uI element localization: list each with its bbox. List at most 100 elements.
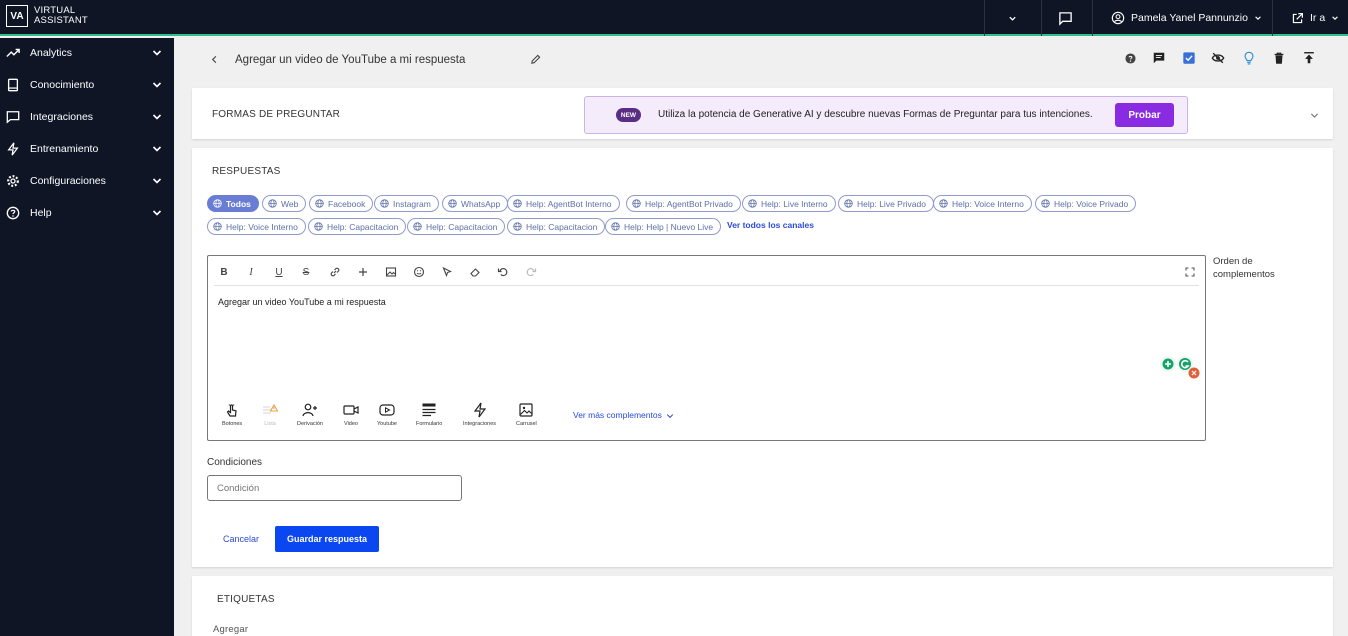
list-warning-icon: [263, 403, 278, 414]
comment-icon[interactable]: [1152, 51, 1166, 65]
eye-off-icon[interactable]: [1211, 51, 1225, 65]
chevron-down-icon[interactable]: [1310, 111, 1319, 120]
checkbox-checked-icon[interactable]: [1182, 51, 1196, 65]
more-components-link[interactable]: Ver más complementos: [573, 410, 674, 420]
channel-chip[interactable]: Help: Voice Privado: [1035, 195, 1137, 212]
channel-chip-label: Help: Voice Interno: [226, 221, 298, 232]
channel-chip[interactable]: Help: Live Privado: [838, 195, 934, 212]
sidebar-item-integraciones[interactable]: Integraciones: [0, 106, 174, 128]
component-label: Formulario: [416, 421, 443, 427]
bot-selector-dropdown[interactable]: [1008, 0, 1017, 36]
globe-icon: [413, 222, 422, 231]
bolt-icon: [473, 402, 486, 418]
channel-chip[interactable]: Help: AgentBot Privado: [626, 195, 741, 212]
goto-label: Ir a: [1310, 12, 1326, 24]
channel-chip[interactable]: Web: [262, 195, 307, 212]
bold-icon[interactable]: B: [218, 266, 230, 278]
globe-icon: [315, 199, 324, 208]
response-editor[interactable]: B I U S Agregar un video YouTube a mi re…: [207, 255, 1206, 441]
component-label: Lista: [264, 421, 276, 427]
sidebar: Analytics Conocimiento Integraciones Ent…: [0, 38, 174, 636]
sidebar-item-analytics[interactable]: Analytics: [0, 42, 174, 64]
try-button[interactable]: Probar: [1115, 103, 1174, 127]
cancel-button[interactable]: Cancelar: [223, 534, 259, 544]
component-botones[interactable]: Botones: [222, 402, 242, 427]
component-integraciones[interactable]: Integraciones: [463, 402, 496, 427]
editor-content[interactable]: Agregar un video YouTube a mi respuesta: [218, 297, 386, 307]
logo-abbr: VA: [6, 5, 28, 27]
channel-chip[interactable]: Todos: [207, 195, 259, 212]
sidebar-item-configuraciones[interactable]: Configuraciones: [0, 170, 174, 192]
grammarly-widget-icon[interactable]: [1159, 355, 1201, 380]
edit-pencil-icon[interactable]: [530, 54, 541, 65]
chevron-down-icon: [152, 146, 162, 152]
globe-icon: [448, 199, 457, 208]
goto-menu[interactable]: Ir a: [1291, 0, 1339, 36]
chevron-down-icon: [152, 210, 162, 216]
channel-chip[interactable]: WhatsApp: [442, 195, 509, 212]
redo-icon[interactable]: [525, 266, 537, 278]
trash-icon[interactable]: [1272, 51, 1286, 65]
app-logo[interactable]: VA VIRTUAL ASSISTANT: [6, 5, 88, 27]
channel-chip-label: Help: AgentBot Interno: [526, 198, 612, 209]
channel-chip[interactable]: Help: Voice Interno: [933, 195, 1032, 212]
italic-icon[interactable]: I: [245, 266, 257, 278]
hand-pointer-icon: [226, 404, 237, 417]
strikethrough-icon[interactable]: S: [300, 266, 312, 278]
lightbulb-icon[interactable]: [1242, 51, 1256, 65]
cursor-icon[interactable]: [441, 266, 453, 278]
user-add-icon: [302, 403, 317, 417]
sidebar-item-conocimiento[interactable]: Conocimiento: [0, 74, 174, 96]
chevron-down-icon: [1332, 16, 1338, 20]
user-menu[interactable]: Pamela Yanel Pannunzio: [1111, 0, 1262, 36]
eraser-icon[interactable]: [469, 266, 481, 278]
help-icon[interactable]: [1125, 53, 1136, 64]
messages-button[interactable]: [1058, 0, 1073, 36]
fullscreen-icon[interactable]: [1184, 266, 1196, 278]
back-chevron-icon[interactable]: [210, 55, 219, 64]
channel-chip[interactable]: Help: Help | Nuevo Live: [605, 218, 722, 235]
component-label: Video: [344, 421, 358, 427]
channel-chip-label: WhatsApp: [461, 198, 501, 209]
channel-chip[interactable]: Help: Capacitacion: [507, 218, 606, 235]
image-icon[interactable]: [385, 266, 397, 278]
youtube-icon: [379, 404, 395, 416]
video-camera-icon: [343, 405, 359, 415]
channel-chip[interactable]: Help: Live Interno: [742, 195, 836, 212]
component-derivacion[interactable]: Derivación: [297, 402, 323, 427]
sidebar-item-entrenamiento[interactable]: Entrenamiento: [0, 138, 174, 160]
save-response-button[interactable]: Guardar respuesta: [275, 526, 379, 552]
channel-chip[interactable]: Facebook: [309, 195, 374, 212]
underline-icon[interactable]: U: [273, 266, 285, 278]
sidebar-item-label: Entrenamiento: [30, 143, 99, 155]
channel-chip-label: Help: Capacitacion: [426, 221, 498, 232]
emoji-icon[interactable]: [413, 266, 425, 278]
globe-icon: [844, 199, 853, 208]
chat-icon: [1059, 11, 1072, 26]
sidebar-item-help[interactable]: Help: [0, 202, 174, 224]
sidebar-item-label: Configuraciones: [30, 175, 106, 187]
component-label: Carrusel: [516, 421, 537, 427]
channel-chip[interactable]: Help: Capacitacion: [308, 218, 407, 235]
move-to-top-icon[interactable]: [1302, 51, 1316, 65]
channel-chip-label: Help: Capacitacion: [526, 221, 598, 232]
component-lista[interactable]: Lista: [262, 402, 278, 427]
view-all-channels-link[interactable]: Ver todos los canales: [727, 220, 814, 230]
component-formulario[interactable]: Formulario: [416, 402, 442, 427]
channel-chip[interactable]: Help: Capacitacion: [407, 218, 506, 235]
globe-icon: [213, 199, 222, 208]
component-youtube[interactable]: Youtube: [377, 402, 397, 427]
undo-icon[interactable]: [497, 266, 509, 278]
condition-input[interactable]: [207, 475, 462, 501]
formas-title: FORMAS DE PREGUNTAR: [212, 109, 341, 120]
globe-icon: [1041, 199, 1050, 208]
conditions-label: Condiciones: [207, 457, 263, 468]
channel-chip[interactable]: Instagram: [374, 195, 439, 212]
plus-icon[interactable]: [357, 266, 369, 278]
channel-chip[interactable]: Help: AgentBot Interno: [507, 195, 620, 212]
component-video[interactable]: Video: [343, 402, 359, 427]
form-icon: [422, 403, 436, 417]
channel-chip[interactable]: Help: Voice Interno: [207, 218, 306, 235]
component-carrusel[interactable]: Carrusel: [516, 402, 537, 427]
link-icon[interactable]: [329, 266, 341, 278]
